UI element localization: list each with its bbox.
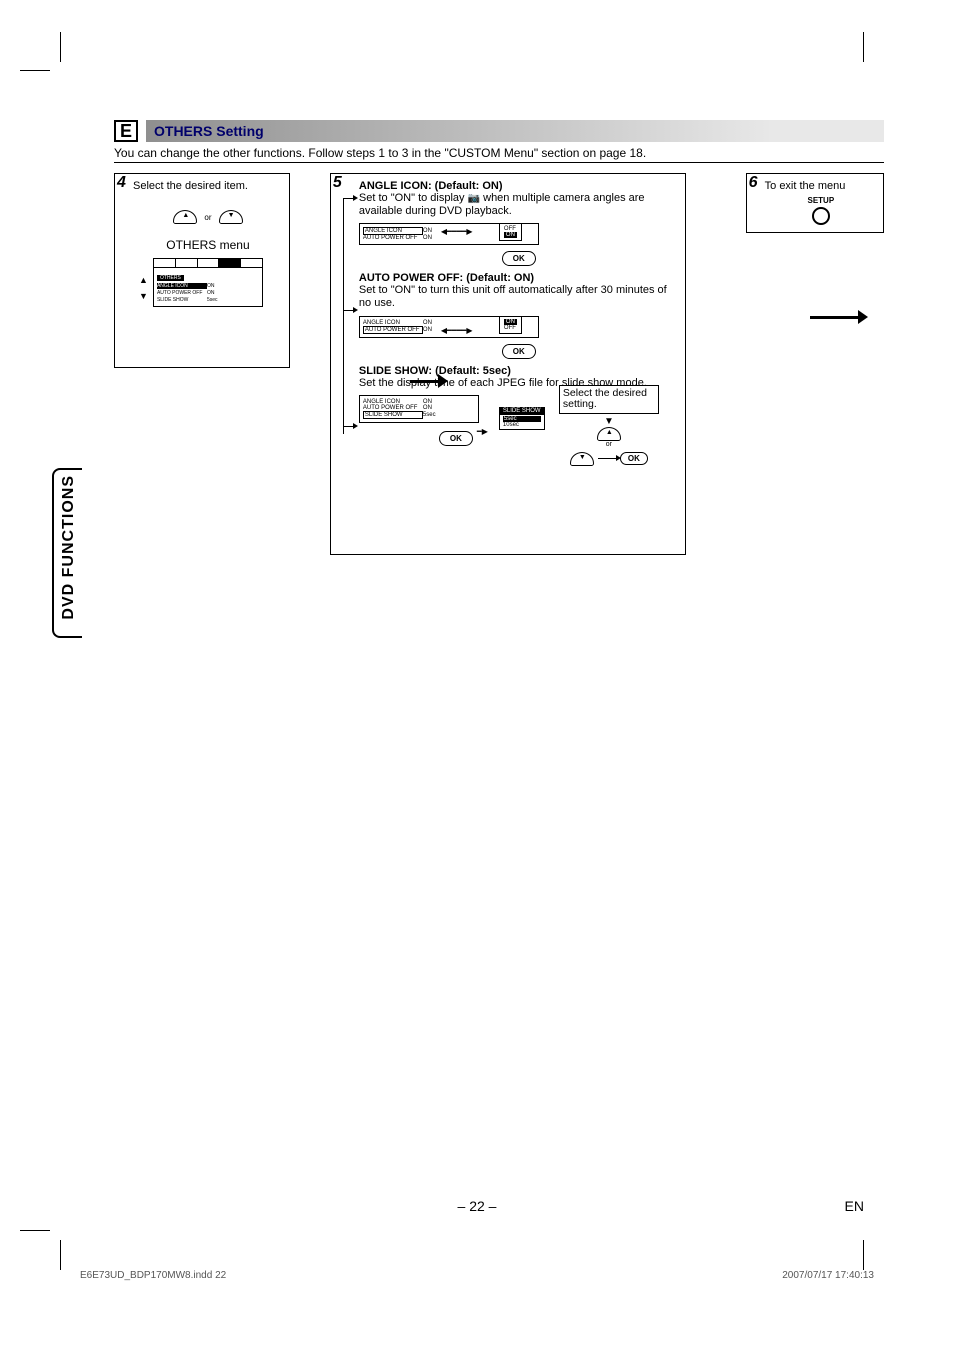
angle-desc: Set to "ON" to display 📷 when multiple c…	[359, 192, 679, 217]
crop-mark	[20, 1230, 50, 1231]
opt-selected: ON	[504, 232, 517, 238]
step6-number: 6	[749, 174, 758, 192]
section-header: E OTHERS Setting	[114, 120, 884, 142]
osd-row: SLIDE SHOW5sec	[157, 297, 259, 303]
osd-key: AUTO POWER OFF	[363, 235, 423, 241]
lr-arrows-icon: ◀━━━━▶	[441, 227, 473, 236]
step6-text: To exit the menu	[765, 180, 846, 192]
section-title: OTHERS Setting	[146, 120, 884, 142]
auto-options: ON OFF	[499, 316, 522, 334]
osd-key: ANGLE ICON	[157, 283, 207, 289]
auto-osd: ANGLE ICONON AUTO POWER OFFON ON OFF ◀━━…	[359, 316, 539, 338]
step5-panel: 5 ANGLE ICON: (Default: ON) Set to "ON" …	[330, 173, 686, 555]
select-desired-text: Select the desired setting.	[559, 385, 659, 414]
up-button-icon	[597, 427, 621, 441]
camera-icon: 📷	[468, 193, 480, 204]
down-guide-arrow: ▼	[559, 416, 659, 427]
osd-key: SLIDE SHOW	[363, 411, 423, 419]
others-menu-title: OTHERS menu	[133, 238, 283, 252]
osd-row: ANGLE ICONON	[157, 283, 259, 289]
setup-button-graphic: SETUP	[765, 196, 877, 225]
opt: OFF	[504, 325, 517, 331]
panels: 4 Select the desired item. or OTHERS men…	[114, 173, 884, 555]
slide-opt-header: SLIDE SHOW	[499, 407, 545, 415]
ok-button-icon: OK	[439, 431, 473, 446]
osd-val: ON	[423, 320, 439, 326]
osd-row: AUTO POWER OFFON	[157, 290, 259, 296]
osd-val: ON	[423, 327, 439, 333]
crop-mark	[60, 32, 61, 62]
auto-title: AUTO POWER OFF: (Default: ON)	[359, 272, 679, 284]
step4-panel: 4 Select the desired item. or OTHERS men…	[114, 173, 290, 368]
side-tab: DVD FUNCTIONS	[60, 475, 78, 620]
down-button-icon	[219, 210, 243, 224]
footer-file: E6E73UD_BDP170MW8.indd 22	[80, 1270, 226, 1281]
or-text: or	[559, 441, 659, 448]
section-rule	[114, 162, 884, 163]
right-arrow-icon	[598, 458, 616, 459]
osd-nav-arrows-icon: ▲▼	[139, 276, 148, 300]
osd-val: ON	[207, 290, 215, 296]
osd-key: AUTO POWER OFF	[157, 290, 207, 296]
slide-select-flow: Select the desired setting. ▼ or OK	[559, 385, 659, 466]
auto-power-block: AUTO POWER OFF: (Default: ON) Set to "ON…	[359, 272, 679, 358]
down-button-icon	[570, 452, 594, 466]
slide-option-box: SLIDE SHOW 5sec 10sec	[499, 407, 545, 430]
setup-circle-icon	[812, 207, 830, 225]
up-button-icon	[173, 210, 197, 224]
auto-desc: Set to "ON" to turn this unit off automa…	[359, 284, 679, 309]
crop-mark	[20, 70, 50, 71]
angle-osd: ANGLE ICONON AUTO POWER OFFON OFF ON ◀━━…	[359, 223, 539, 245]
osd-tabbar	[153, 258, 263, 268]
osd-val: ON	[207, 283, 215, 289]
step6-panel: 6 To exit the menu SETUP	[746, 173, 884, 233]
slide-title: SLIDE SHOW: (Default: 5sec)	[359, 365, 679, 377]
step4-nav-buttons: or	[133, 210, 283, 224]
step4-number: 4	[117, 174, 126, 192]
osd-val: ON	[423, 405, 439, 411]
angle-desc-1: Set to "ON" to display	[359, 192, 468, 204]
slide-show-block: SLIDE SHOW: (Default: 5sec) Set the disp…	[359, 365, 679, 447]
angle-options: OFF ON	[499, 223, 522, 241]
ok-button-icon: OK	[502, 344, 536, 359]
page-number: – 22 –	[0, 1198, 954, 1214]
crop-mark	[863, 1240, 864, 1270]
branch-lines	[337, 198, 351, 434]
lr-arrows-icon: ◀━━━━▶	[441, 326, 473, 335]
ok-button-icon: OK	[620, 452, 648, 465]
language-code: EN	[845, 1198, 864, 1214]
osd-tab-label: OTHERS	[157, 275, 184, 281]
others-osd: ▲▼ OTHERS ANGLE ICONON AUTO POWER OFFON …	[153, 258, 263, 307]
osd-key: ANGLE ICON	[363, 227, 423, 235]
flow-arrow-5-6	[810, 310, 868, 324]
osd-key: SLIDE SHOW	[157, 297, 207, 303]
slide-osd: ANGLE ICONON AUTO POWER OFFON SLIDE SHOW…	[359, 395, 479, 423]
section-desc: You can change the other functions. Foll…	[114, 146, 884, 160]
section-letter: E	[114, 120, 138, 142]
osd-key: AUTO POWER OFF	[363, 326, 423, 334]
or-text: or	[204, 213, 211, 222]
angle-title: ANGLE ICON: (Default: ON)	[359, 180, 679, 192]
opt: 10sec	[503, 422, 541, 428]
osd-val: 5sec	[423, 412, 439, 418]
osd-val: 5sec	[207, 297, 218, 303]
page-content: E OTHERS Setting You can change the othe…	[114, 120, 884, 555]
crop-mark	[863, 32, 864, 62]
step4-text: Select the desired item.	[133, 180, 248, 192]
crop-mark	[60, 1240, 61, 1270]
setup-label: SETUP	[765, 196, 877, 205]
angle-icon-block: ANGLE ICON: (Default: ON) Set to "ON" to…	[359, 180, 679, 266]
osd-row: SLIDE SHOW5sec	[363, 411, 475, 419]
right-arrow-icon: ━▶	[477, 427, 488, 436]
ok-button-icon: OK	[502, 251, 536, 266]
step5-number: 5	[333, 174, 342, 192]
osd-val: ON	[423, 235, 439, 241]
osd-val: ON	[423, 228, 439, 234]
footer-date: 2007/07/17 17:40:13	[782, 1270, 874, 1281]
